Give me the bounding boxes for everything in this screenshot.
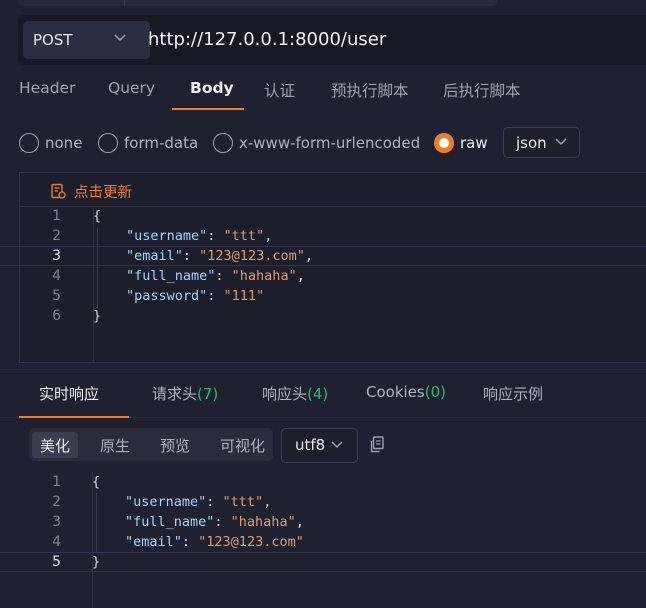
url-input[interactable]: http://127.0.0.1:8000/user (148, 29, 386, 50)
code-text: "email": "123@123.com", (126, 248, 313, 264)
code-line-current: 5 } (0, 552, 646, 572)
tab-live-response[interactable]: 实时响应 (39, 383, 99, 404)
radio-urlencoded[interactable] (213, 133, 233, 153)
tab-label: 响应示例 (483, 385, 544, 403)
tab-label: 响应头 (262, 385, 308, 403)
method-label: POST (33, 31, 73, 49)
view-pretty[interactable]: 美化 (32, 432, 79, 458)
code-line-current: 3 "email": "123@123.com", (0, 246, 646, 266)
body-type-selector: none form-data x-www-form-urlencoded raw… (0, 127, 646, 161)
line-number: 4 (52, 534, 61, 550)
code-line: 2 "username": "ttt", (0, 493, 646, 513)
code-line: 2 "username": "ttt", (0, 227, 646, 247)
code-text: { (93, 208, 102, 224)
view-mode-toggle: 美化 原生 预览 可视化 (29, 428, 273, 461)
refresh-doc-icon (51, 183, 66, 199)
tab-cookies[interactable]: Cookies(0) (366, 383, 446, 401)
line-number: 2 (52, 228, 61, 244)
line-number: 3 (52, 514, 61, 530)
code-line: 1 { (0, 473, 646, 493)
code-text: } (93, 308, 102, 324)
chevron-down-icon (331, 441, 343, 449)
encoding-label: utf8 (295, 436, 326, 454)
tab-header[interactable]: Header (19, 79, 75, 97)
line-number: 2 (52, 494, 61, 510)
code-text: "password": "111" (126, 288, 265, 304)
code-line: 3 "full_name": "hahaha", (0, 513, 646, 533)
request-tabs: Header Query Body 认证 预执行脚本 后执行脚本 (0, 70, 646, 110)
code-text: "full_name": "hahaha", (126, 268, 305, 284)
tab-response-examples[interactable]: 响应示例 (483, 383, 543, 404)
code-line: 4 "full_name": "hahaha", (0, 267, 646, 287)
tab-count: (0) (424, 383, 446, 401)
radio-form-data-label[interactable]: form-data (124, 134, 198, 152)
response-tabs: 实时响应 请求头(7) 响应头(4) Cookies(0) 响应示例 (0, 370, 646, 418)
line-number: 6 (52, 308, 61, 324)
tab-auth[interactable]: 认证 (264, 79, 295, 101)
radio-raw[interactable] (434, 133, 454, 153)
radio-form-data[interactable] (98, 133, 118, 153)
url-bar: POST http://127.0.0.1:8000/user (18, 15, 646, 65)
copy-icon[interactable] (369, 436, 385, 454)
view-preview[interactable]: 预览 (152, 432, 198, 458)
chevron-down-icon (555, 138, 567, 146)
view-visualize[interactable]: 可视化 (212, 432, 273, 458)
code-text: "username": "ttt", (125, 494, 272, 510)
chevron-down-icon (114, 34, 126, 42)
tab-body[interactable]: Body (190, 79, 234, 97)
encoding-select[interactable]: utf8 (281, 428, 358, 463)
radio-raw-label[interactable]: raw (460, 134, 488, 152)
code-text: "full_name": "hahaha", (125, 514, 304, 530)
tab-count: (4) (307, 385, 329, 403)
active-tab-indicator (172, 108, 244, 110)
code-text: "email": "123@123.com" (125, 534, 304, 550)
format-select[interactable]: json (503, 127, 580, 158)
line-number: 5 (52, 288, 61, 304)
code-line: 4 "email": "123@123.com" (0, 533, 646, 553)
tab-post-script[interactable]: 后执行脚本 (443, 79, 521, 101)
radio-none[interactable] (19, 133, 39, 153)
tab-count: (7) (197, 385, 219, 403)
tab-label: 请求头 (152, 385, 198, 403)
tab-query[interactable]: Query (108, 79, 155, 97)
line-number: 3 (52, 248, 61, 264)
tab-response-headers[interactable]: 响应头(4) (262, 383, 328, 404)
top-strip-divider (124, 0, 125, 6)
radio-urlencoded-label[interactable]: x-www-form-urlencoded (239, 134, 420, 152)
code-line: 1 { (0, 207, 646, 227)
active-tab-indicator (19, 416, 129, 418)
format-label: json (516, 134, 547, 152)
line-number: 5 (52, 554, 61, 570)
tab-pre-script[interactable]: 预执行脚本 (331, 79, 409, 101)
method-select[interactable]: POST (23, 21, 150, 59)
code-text: "username": "ttt", (126, 228, 273, 244)
line-number: 1 (52, 474, 61, 490)
code-text: { (92, 474, 101, 490)
code-line: 6 } (0, 307, 646, 327)
code-text: } (92, 554, 101, 570)
tab-label: Cookies (366, 383, 425, 401)
line-number: 4 (52, 268, 61, 284)
tab-request-headers[interactable]: 请求头(7) (152, 383, 218, 404)
radio-none-label[interactable]: none (45, 134, 82, 152)
update-button[interactable]: 点击更新 (74, 181, 132, 202)
update-bar: 点击更新 (20, 173, 646, 207)
tab-label: 实时响应 (39, 385, 100, 403)
code-line: 5 "password": "111" (0, 287, 646, 307)
view-raw[interactable]: 原生 (92, 432, 138, 458)
top-strip (18, 0, 498, 6)
line-number: 1 (52, 208, 61, 224)
